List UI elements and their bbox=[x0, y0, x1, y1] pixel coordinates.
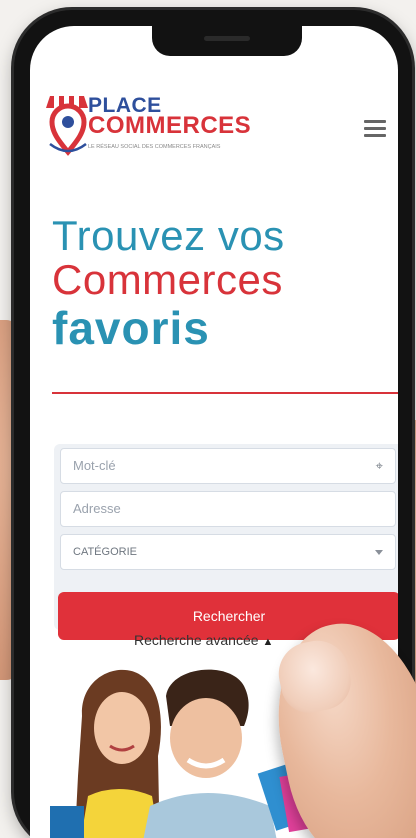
category-select[interactable]: CATÉGORIE bbox=[60, 534, 396, 570]
keyword-input[interactable]: Mot-clé ⌖ bbox=[60, 448, 396, 484]
keyword-placeholder: Mot-clé bbox=[73, 458, 116, 473]
site-logo[interactable]: PLACE COMMERCES LE RÉSEAU SOCIAL DES COM… bbox=[44, 92, 254, 162]
logo-text: PLACE COMMERCES bbox=[88, 95, 252, 139]
crosshair-icon[interactable]: ⌖ bbox=[376, 449, 383, 483]
logo-tagline: LE RÉSEAU SOCIAL DES COMMERCES FRANÇAIS bbox=[88, 144, 221, 150]
headline-line1: Trouvez vos bbox=[52, 212, 285, 259]
scene: PLACE COMMERCES LE RÉSEAU SOCIAL DES COM… bbox=[0, 0, 416, 838]
headline-line2: Commerces bbox=[52, 256, 283, 303]
caret-down-icon bbox=[375, 550, 383, 555]
address-input[interactable]: Adresse bbox=[60, 491, 396, 527]
advanced-search-link[interactable]: Recherche avancée ▲ bbox=[134, 632, 273, 648]
chevron-up-icon: ▲ bbox=[262, 636, 274, 648]
category-value: CATÉGORIE bbox=[73, 546, 137, 558]
logo-line2: COMMERCES bbox=[88, 112, 252, 139]
headline-line3: favoris bbox=[52, 302, 210, 354]
address-placeholder: Adresse bbox=[73, 501, 121, 516]
search-panel: Mot-clé ⌖ Adresse CATÉGORIE Rechercher bbox=[54, 444, 398, 640]
hero-headline: Trouvez vos Commerces favoris bbox=[52, 212, 285, 354]
phone-notch bbox=[152, 26, 302, 56]
hamburger-icon[interactable] bbox=[364, 120, 386, 138]
headline-divider bbox=[52, 392, 398, 394]
advanced-search-label: Recherche avancée bbox=[134, 632, 259, 648]
shop-pin-icon bbox=[46, 96, 88, 156]
